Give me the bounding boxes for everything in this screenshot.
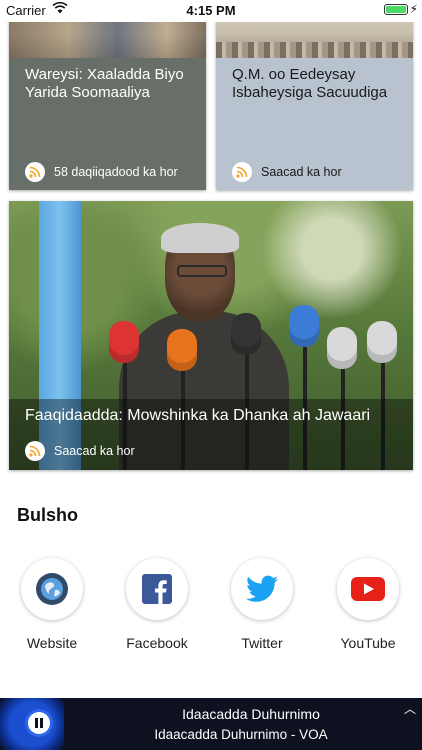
social-youtube-button[interactable]: YouTube <box>328 558 408 651</box>
news-card-title: Wareysi: Xaaladda Biyo Yarida Soomaaliya <box>25 66 184 101</box>
youtube-icon <box>351 577 385 601</box>
news-card-time: 58 daqiiqadood ka hor <box>54 165 178 179</box>
featured-news-title: Faaqidaadda: Mowshinka ka Dhanka ah Jawa… <box>25 407 371 424</box>
news-feed: Wareysi: Xaaladda Biyo Yarida Soomaaliya… <box>0 0 422 690</box>
featured-news-time: Saacad ka hor <box>54 444 135 458</box>
social-facebook-button[interactable]: Facebook <box>117 558 197 651</box>
rss-icon <box>25 441 45 461</box>
social-youtube-label: YouTube <box>340 635 396 651</box>
social-youtube-circle[interactable] <box>337 558 399 620</box>
player-title: Idaacadda Duhurnimo <box>182 706 320 722</box>
rss-icon <box>232 162 252 182</box>
social-twitter-label: Twitter <box>241 635 283 651</box>
social-section-heading: Bulsho <box>17 505 78 525</box>
globe-icon <box>36 573 68 605</box>
social-facebook-label: Facebook <box>126 635 188 651</box>
news-card[interactable]: Wareysi: Xaaladda Biyo Yarida Soomaaliya… <box>9 0 206 190</box>
pause-icon <box>35 718 43 728</box>
player-subtitle: Idaacadda Duhurnimo - VOA <box>154 727 328 742</box>
social-twitter-circle[interactable] <box>231 558 293 620</box>
battery-icon <box>384 4 408 15</box>
facebook-icon <box>142 574 172 604</box>
twitter-icon <box>246 575 278 602</box>
social-website-circle[interactable] <box>21 558 83 620</box>
featured-news-meta: Saacad ka hor <box>25 441 135 461</box>
news-card[interactable]: Q.M. oo Eedeysay Isbaheysiga Sacuudiga S… <box>216 0 413 190</box>
news-card-time: Saacad ka hor <box>261 165 342 179</box>
status-bar: Carrier 4:15 PM ⚡ <box>0 0 422 22</box>
chevron-up-icon[interactable]: ︿ <box>404 700 416 717</box>
social-twitter-button[interactable]: Twitter <box>222 558 302 651</box>
news-card-meta: Saacad ka hor <box>232 162 342 182</box>
social-website-label: Website <box>26 635 78 651</box>
status-time: 4:15 PM <box>186 3 236 18</box>
featured-news-card[interactable]: Faaqidaadda: Mowshinka ka Dhanka ah Jawa… <box>9 201 413 470</box>
audio-player-bar[interactable]: Idaacadda Duhurnimo Idaacadda Duhurnimo … <box>0 698 422 750</box>
news-card-title: Q.M. oo Eedeysay Isbaheysiga Sacuudiga <box>232 66 388 101</box>
social-facebook-circle[interactable] <box>126 558 188 620</box>
charging-icon: ⚡ <box>409 2 418 16</box>
rss-icon <box>25 162 45 182</box>
news-card-meta: 58 daqiiqadood ka hor <box>25 162 178 182</box>
social-website-button[interactable]: Website <box>12 558 92 651</box>
pause-button[interactable] <box>28 712 50 734</box>
